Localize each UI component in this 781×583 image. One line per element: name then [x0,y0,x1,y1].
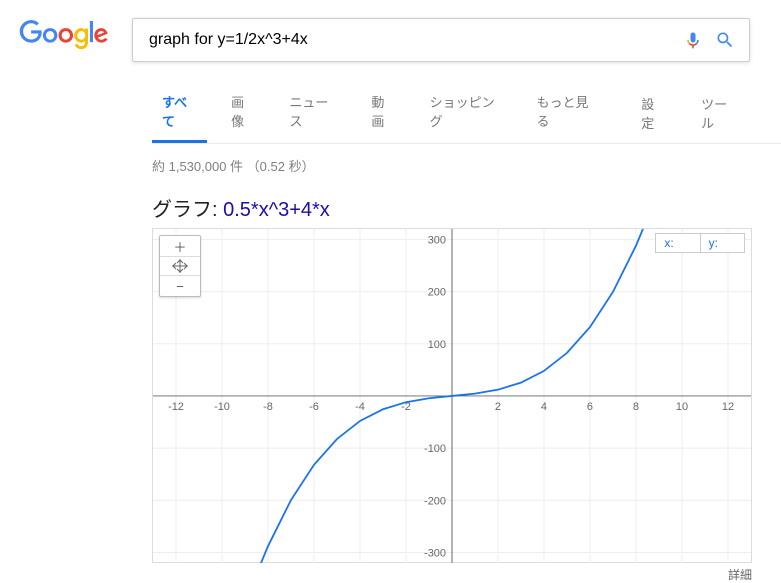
svg-text:-4: -4 [355,401,365,413]
tab-settings[interactable]: 設定 [631,82,675,142]
voice-search-icon[interactable] [677,24,709,56]
svg-text:6: 6 [587,401,593,413]
svg-text:100: 100 [428,339,446,351]
search-tabs: すべて 画像 ニュース 動画 ショッピング もっと見る 設定 ツール [152,80,781,144]
zoom-controls: ＋ − [159,235,201,297]
results-stats: 約 1,530,000 件 （0.52 秒） [152,156,781,175]
svg-text:-300: -300 [424,547,446,559]
svg-text:-6: -6 [309,401,319,413]
svg-text:-100: -100 [424,443,446,455]
svg-text:-200: -200 [424,495,446,507]
google-logo[interactable] [12,20,112,55]
svg-text:4: 4 [541,401,547,413]
graph-title-prefix: グラフ: [152,199,223,221]
search-input[interactable] [141,19,677,61]
svg-text:-12: -12 [168,401,184,413]
svg-text:-8: -8 [263,401,273,413]
graph-expression: 0.5*x^3+4*x [223,199,330,221]
svg-text:300: 300 [428,234,446,246]
tab-images[interactable]: 画像 [221,80,265,143]
tab-more[interactable]: もっと見る [527,80,608,143]
tab-shopping[interactable]: ショッピング [420,80,513,143]
graph-title: グラフ: 0.5*x^3+4*x [152,193,781,222]
graph-box[interactable]: ＋ − x: y: -12-10-8-6-4-224681012-300-200… [152,228,752,563]
zoom-in-icon[interactable]: ＋ [160,236,200,256]
details-link[interactable]: 詳細 [152,566,752,583]
search-icon[interactable] [709,24,741,56]
svg-text:200: 200 [428,287,446,299]
tab-news[interactable]: ニュース [279,80,347,143]
graph-y-readout: y: [700,233,745,253]
graph-x-readout: x: [655,233,700,253]
tab-all[interactable]: すべて [152,80,207,143]
svg-text:10: 10 [676,401,688,413]
tab-videos[interactable]: 動画 [361,80,405,143]
svg-text:2: 2 [495,401,501,413]
search-box[interactable] [132,18,750,62]
zoom-out-icon[interactable]: − [160,276,200,296]
svg-text:12: 12 [722,401,734,413]
zoom-home-icon[interactable] [160,256,200,276]
tab-tools[interactable]: ツール [691,82,747,142]
svg-text:-10: -10 [214,401,230,413]
svg-text:8: 8 [633,401,639,413]
graph-plot[interactable]: -12-10-8-6-4-224681012-300-200-100100200… [153,229,751,563]
